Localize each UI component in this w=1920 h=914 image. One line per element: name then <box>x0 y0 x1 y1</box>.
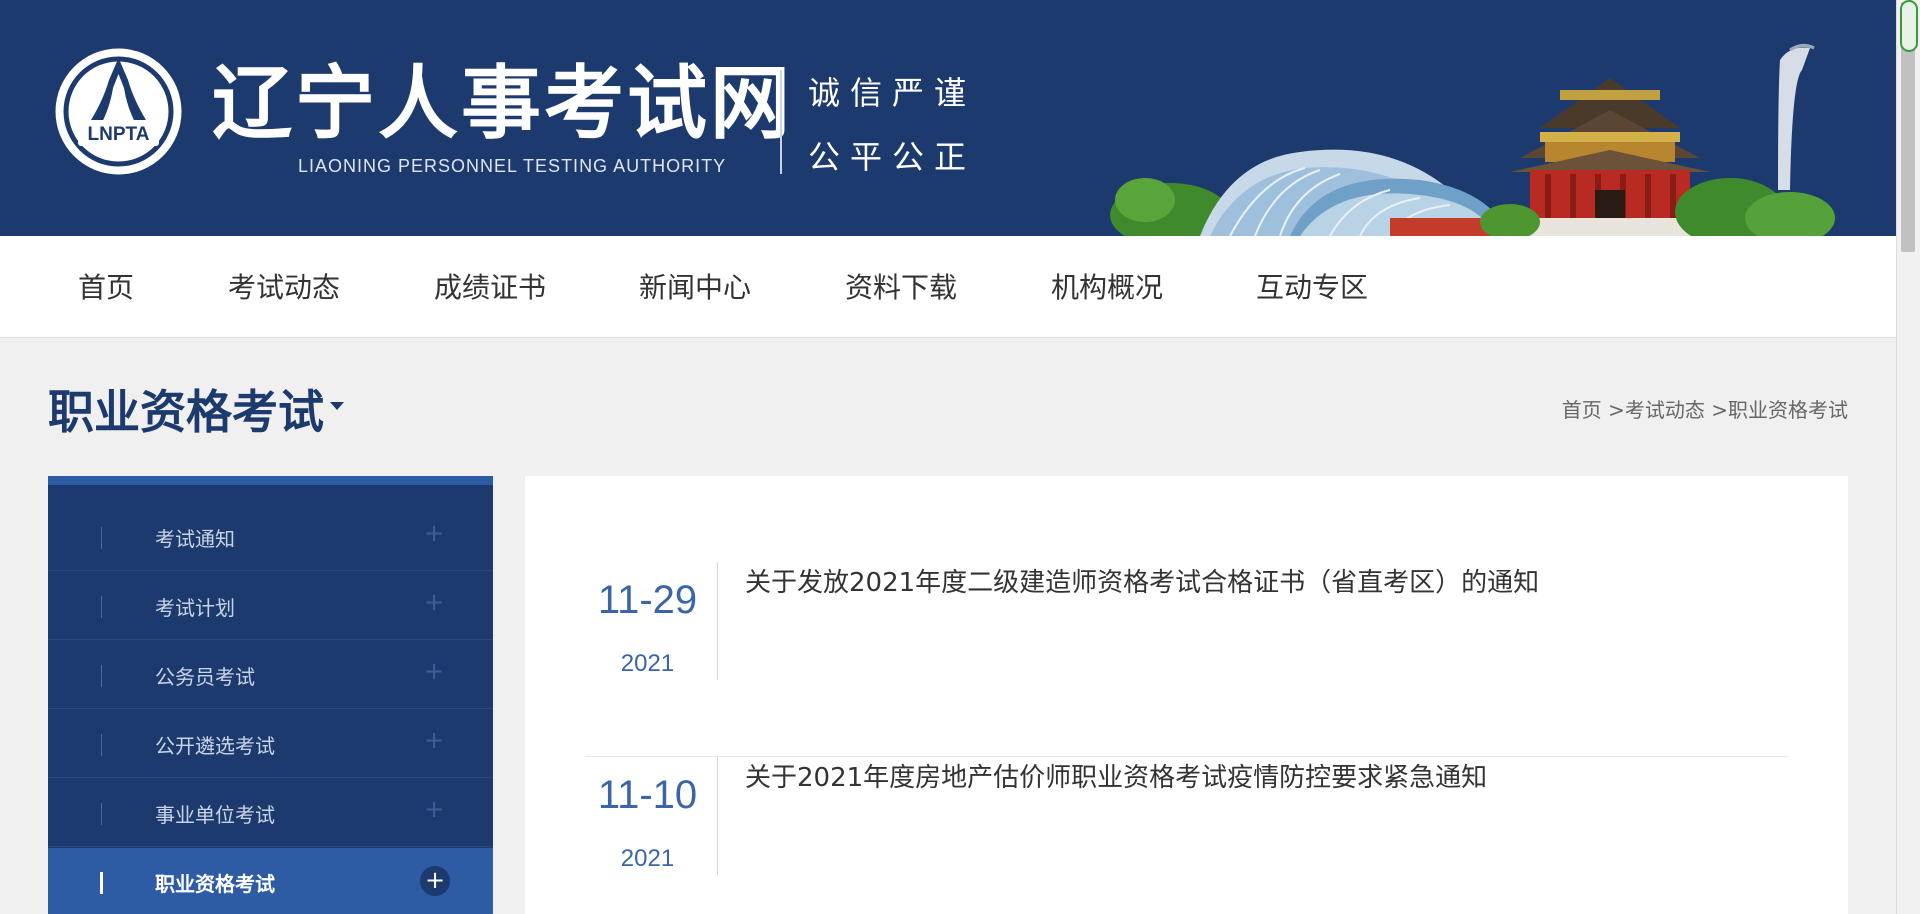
news-date-divider <box>717 757 718 875</box>
logo-text: LNPTA <box>88 124 150 145</box>
sidebar-item-marker <box>100 872 103 894</box>
page-title: 职业资格考试 <box>48 385 324 439</box>
news-date-divider <box>717 562 718 680</box>
landmark-illustration <box>1110 43 1835 236</box>
news-year: 2021 <box>620 650 675 677</box>
sidebar-menu: 考试通知 + 考试计划 + 公务员考试 + 公开遴选考试 + 事业单位考试 + … <box>48 476 493 914</box>
expand-plus-icon[interactable]: + <box>424 795 444 823</box>
news-list-panel: 11-29 2021 关于发放2021年度二级建造师资格考试合格证书（省直考区）… <box>525 476 1848 914</box>
sidebar-item-marker <box>101 527 102 549</box>
sidebar-item-marker <box>101 803 102 825</box>
news-date: 11-10 <box>597 773 698 817</box>
expand-plus-icon[interactable]: + <box>420 866 450 896</box>
nav-item-interaction[interactable]: 互动专区 <box>1256 266 1368 306</box>
expand-plus-icon[interactable]: + <box>424 726 444 754</box>
scroll-grip-icon[interactable] <box>1900 0 1918 52</box>
nav-item-exam-news[interactable]: 考试动态 <box>228 266 340 306</box>
breadcrumb: 首页 >考试动态 >职业资格考试 <box>1562 394 1848 423</box>
lnpta-logo-icon[interactable]: LNPTA <box>53 46 184 177</box>
news-item[interactable]: 11-29 2021 关于发放2021年度二级建造师资格考试合格证书（省直考区）… <box>585 562 1788 757</box>
expand-plus-icon[interactable]: + <box>424 519 444 547</box>
sidebar-item-open-selection[interactable]: 公开遴选考试 + <box>48 710 493 778</box>
page-scrollbar[interactable] <box>1896 0 1920 914</box>
sidebar-item-civil-service[interactable]: 公务员考试 + <box>48 641 493 709</box>
breadcrumb-exam-news[interactable]: 考试动态 <box>1625 398 1705 422</box>
motto-line-1: 诚信严谨 <box>808 74 977 112</box>
sidebar-item-label: 考试通知 <box>155 527 235 551</box>
news-title-link[interactable]: 关于2021年度房地产估价师职业资格考试疫情防控要求紧急通知 <box>745 757 1487 794</box>
sidebar-item-marker <box>101 665 102 687</box>
motto-line-2: 公平公正 <box>808 138 977 176</box>
sidebar-item-exam-plan[interactable]: 考试计划 + <box>48 572 493 640</box>
nav-item-downloads[interactable]: 资料下载 <box>845 266 957 306</box>
header-divider <box>780 70 782 174</box>
news-item[interactable]: 11-10 2021 关于2021年度房地产估价师职业资格考试疫情防控要求紧急通… <box>585 757 1788 914</box>
sidebar-item-label: 考试计划 <box>155 596 235 620</box>
main-nav: 首页 考试动态 成绩证书 新闻中心 资料下载 机构概况 互动专区 <box>0 236 1896 338</box>
breadcrumb-current: 职业资格考试 <box>1728 398 1848 422</box>
expand-plus-icon[interactable]: + <box>424 657 444 685</box>
sidebar-item-professional-qualification[interactable]: 职业资格考试 + <box>48 848 493 914</box>
nav-item-scores-certificates[interactable]: 成绩证书 <box>434 266 546 306</box>
expand-plus-icon[interactable]: + <box>424 588 444 616</box>
breadcrumb-separator: > <box>1711 398 1728 422</box>
breadcrumb-home[interactable]: 首页 <box>1562 398 1602 422</box>
breadcrumb-separator: > <box>1608 398 1625 422</box>
news-year: 2021 <box>620 845 675 872</box>
nav-item-news-center[interactable]: 新闻中心 <box>639 266 751 306</box>
site-header-banner: LNPTA 辽宁人事考试网 LIAONING PERSONNEL TESTING… <box>0 0 1896 236</box>
sidebar-item-label: 职业资格考试 <box>155 872 275 896</box>
sidebar-item-label: 事业单位考试 <box>155 803 275 827</box>
sidebar-item-exam-notice[interactable]: 考试通知 + <box>48 503 493 571</box>
site-title: 辽宁人事考试网 <box>212 57 793 150</box>
site-subtitle: LIAONING PERSONNEL TESTING AUTHORITY <box>298 156 727 176</box>
nav-item-about[interactable]: 机构概况 <box>1051 266 1163 306</box>
news-date: 11-29 <box>597 578 698 622</box>
sidebar-item-public-institution[interactable]: 事业单位考试 + <box>48 779 493 847</box>
sidebar-item-marker <box>101 596 102 618</box>
caret-down-icon[interactable] <box>330 402 344 410</box>
nav-item-home[interactable]: 首页 <box>78 266 134 306</box>
sidebar-item-label: 公开遴选考试 <box>155 734 275 758</box>
news-title-link[interactable]: 关于发放2021年度二级建造师资格考试合格证书（省直考区）的通知 <box>745 562 1539 599</box>
sidebar-item-label: 公务员考试 <box>155 665 255 689</box>
sidebar-item-marker <box>101 734 102 756</box>
